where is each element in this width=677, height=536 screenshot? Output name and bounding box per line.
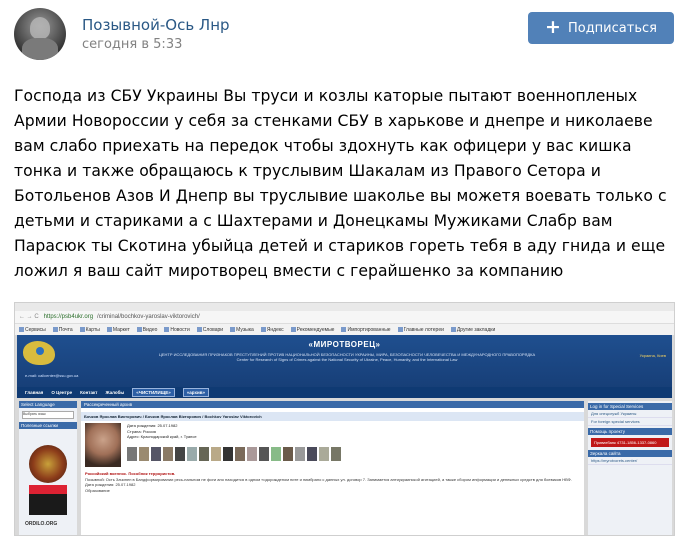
mirror-link: https://myrotvorets.center/ [588, 457, 672, 465]
bookmark-icon [230, 326, 236, 332]
language-select: Выбрать язык [22, 411, 74, 419]
thumbnail [307, 447, 317, 461]
description-body: Позывной: Ость Зачинен в Бандформировани… [85, 476, 572, 482]
thumbnail [271, 447, 281, 461]
bookmark-item: Почта [52, 326, 73, 333]
special-services-header: Log in for Special Services [588, 403, 672, 410]
address-path: /criminal/bochkov-yaroslav-viktorovich/ [97, 314, 200, 320]
bookmark-icon [164, 326, 170, 332]
thumbnail [319, 447, 329, 461]
bookmark-icon [450, 326, 456, 332]
bookmark-icon [260, 326, 266, 332]
site-left-column: Select Language Выбрать язык Полезные сс… [19, 401, 77, 535]
bookmark-icon [196, 326, 202, 332]
thumbnail [127, 447, 137, 461]
avatar-figure-head [30, 17, 50, 39]
bookmark-item: Сервисы [19, 327, 46, 333]
site-email: e-mail: callcenter@ssu.gov.ua [25, 373, 79, 378]
thumbnail [223, 447, 233, 461]
browser-address-bar: ← → C https://psb4ukr.org /criminal/boch… [15, 311, 674, 324]
website-content: «МИРОТВОРЕЦ» ЦЕНТР ИССЛЕДОВАНИЯ ПРИЗНАКО… [15, 335, 674, 535]
bookmark-item: Импортированные [341, 326, 391, 333]
bookmark-icon [341, 326, 347, 332]
nav-arrows-icon: ← → C [19, 314, 39, 320]
bookmark-item: Другие закладки [450, 326, 495, 333]
bookmark-icon [136, 326, 142, 332]
site-header: «МИРОТВОРЕЦ» ЦЕНТР ИССЛЕДОВАНИЯ ПРИЗНАКО… [17, 335, 672, 387]
subscribe-label: Подписаться [567, 20, 657, 36]
ordilo-label: ORDILO.ORG [25, 521, 58, 527]
mirrors-header: Зеркала сайта [588, 450, 672, 457]
thumbnail [331, 447, 341, 461]
person-name-band: Бочков Ярослав Викторович / Бочков Яросл… [81, 412, 584, 421]
special-services-link: Для спецслужб Украины [588, 410, 672, 418]
plus-icon: + [545, 16, 561, 38]
education-label: Образование [85, 487, 110, 493]
bookmark-item: Маркет [106, 326, 130, 333]
bookmark-item: Видео [136, 326, 157, 333]
foreign-services-link: For foreign special services [588, 418, 672, 426]
thumbnail [163, 447, 173, 461]
site-location: Украина, Киев [639, 353, 666, 358]
address-url: https://psb4ukr.org [43, 314, 94, 320]
photo-thumbnails [127, 447, 341, 461]
select-language-header: Select Language [19, 401, 77, 408]
bookmark-item: Главные лотереи [397, 326, 444, 333]
bookmark-item: Новости [164, 326, 190, 333]
thumbnail [283, 447, 293, 461]
post-time[interactable]: сегодня в 5:33 [82, 37, 182, 52]
bookmark-item: Карты [79, 326, 100, 333]
bookmark-icon [19, 326, 24, 332]
site-right-column: Log in for Special Services Для спецслуж… [588, 401, 672, 535]
archive-header: Рассекреченный архив [81, 401, 584, 408]
banner-image [29, 485, 67, 515]
donation-box: Приватбанк 4731-1856-1337-0860 [591, 438, 669, 447]
site-nav-item: Жалобы [105, 390, 125, 395]
bookmark-item: Музыка [230, 327, 254, 333]
thumbnail [199, 447, 209, 461]
site-nav: Главная О Центре Контакт Жалобы «ЧИСТИЛИ… [17, 387, 672, 398]
bookmark-icon [290, 326, 296, 332]
thumbnail [175, 447, 185, 461]
bookmark-item: Рекомендуемые [290, 326, 334, 333]
site-nav-item: Контакт [80, 390, 98, 395]
subscribe-button[interactable]: + Подписаться [528, 12, 674, 44]
person-info: Дата рождения: 25.07.1982 Страна: Россия… [127, 423, 197, 440]
emblem-image [29, 445, 67, 483]
useful-links-header: Полезные ссылки [19, 422, 77, 429]
bookmark-icon [106, 326, 112, 332]
bookmark-icon [79, 326, 85, 332]
thumbnail [187, 447, 197, 461]
site-nav-item: О Центре [51, 390, 73, 395]
thumbnail [295, 447, 305, 461]
post-text: Господа из СБУ Украины Вы труси и козлы … [14, 87, 667, 280]
thumbnail [235, 447, 245, 461]
browser-tab-strip [15, 303, 674, 311]
thumbnail [259, 447, 269, 461]
site-main-column: Рассекреченный архив Бочков Ярослав Викт… [81, 401, 584, 535]
person-description: Российский военнос. Пособник террористов… [85, 471, 580, 493]
author-name[interactable]: Позывной-Ось Лнр [82, 16, 230, 34]
bookmark-icon [52, 326, 58, 332]
help-project-header: Помощь проекту [588, 428, 672, 435]
address: Адрес: Краснодарский край, г. Туапсе [127, 434, 197, 439]
thumbnail [139, 447, 149, 461]
author-avatar[interactable] [14, 8, 66, 60]
thumbnail [211, 447, 221, 461]
thumbnail [151, 447, 161, 461]
thumbnail [247, 447, 257, 461]
site-nav-item: «архив» [182, 388, 210, 397]
person-photo [85, 423, 121, 467]
bookmark-item: Словари [196, 326, 223, 333]
site-nav-item: Главная [25, 390, 44, 395]
site-nav-item: «ЧИСТИЛИЩЕ» [132, 388, 175, 397]
site-title: «МИРОТВОРЕЦ» [308, 340, 381, 349]
bookmark-icon [397, 326, 403, 332]
post-image[interactable]: ← → C https://psb4ukr.org /criminal/boch… [14, 302, 675, 536]
site-subtitle-en: Center for Research of Signs of Crimes a… [236, 357, 458, 362]
avatar-figure-body [22, 38, 58, 60]
bookmark-item: Яндекс [260, 326, 284, 333]
site-subtitle: ЦЕНТР ИССЛЕДОВАНИЯ ПРИЗНАКОВ ПРЕСТУПЛЕНИ… [157, 352, 537, 362]
